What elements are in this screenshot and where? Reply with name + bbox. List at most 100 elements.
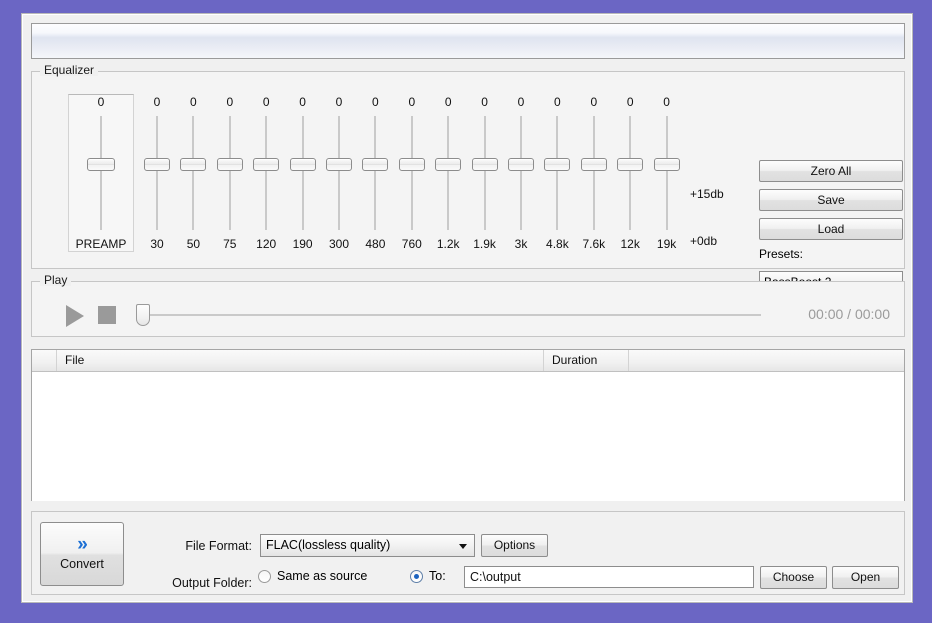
eq-slider-thumb[interactable] <box>435 158 462 171</box>
eq-band-value: 0 <box>626 95 634 109</box>
eq-band-190[interactable]: 0 190 <box>288 94 318 252</box>
file-format-selected-value: FLAC(lossless quality) <box>266 538 391 552</box>
eq-slider-track <box>520 116 522 230</box>
eq-band-4.8k[interactable]: 0 4.8k <box>542 94 572 252</box>
radio-to-folder[interactable]: To: <box>410 569 446 583</box>
eq-band-75[interactable]: 0 75 <box>215 94 245 252</box>
eq-band-1.2k[interactable]: 0 1.2k <box>433 94 463 252</box>
convert-panel: » Convert File Format: FLAC(lossless qua… <box>31 511 905 595</box>
eq-scale-top: +15db <box>690 187 724 201</box>
open-folder-button[interactable]: Open <box>832 566 899 589</box>
eq-slider-thumb[interactable] <box>253 158 280 171</box>
eq-band-12k[interactable]: 0 12k <box>615 94 645 252</box>
column-header-file[interactable]: File <box>57 350 544 371</box>
output-path-input[interactable]: C:\output <box>464 566 754 588</box>
load-label: Load <box>817 222 845 236</box>
eq-slider-thumb[interactable] <box>471 158 498 171</box>
seek-slider-track[interactable] <box>136 314 761 316</box>
eq-slider-thumb[interactable] <box>653 158 680 171</box>
radio-same-as-source[interactable]: Same as source <box>258 569 367 583</box>
stop-square-icon[interactable] <box>98 306 116 324</box>
toolbar-strip[interactable] <box>31 23 905 59</box>
eq-band-value: 0 <box>153 95 161 109</box>
eq-band-30[interactable]: 0 30 <box>142 94 172 252</box>
save-preset-button[interactable]: Save <box>759 189 903 211</box>
presets-label: Presets: <box>759 247 804 261</box>
eq-slider-thumb[interactable] <box>216 158 243 171</box>
eq-slider-track <box>338 116 340 230</box>
chevron-down-icon <box>459 544 467 549</box>
file-list[interactable]: File Duration <box>31 349 905 501</box>
output-folder-label: Output Folder: <box>172 576 252 590</box>
eq-band-760[interactable]: 0 760 <box>397 94 427 252</box>
eq-band-preamp[interactable]: 0 PREAMP <box>68 94 134 252</box>
eq-slider-track <box>629 116 632 230</box>
eq-slider-thumb[interactable] <box>508 158 534 171</box>
eq-band-value: 0 <box>262 95 270 109</box>
eq-slider-thumb[interactable] <box>326 158 352 171</box>
eq-band-value: 0 <box>226 95 234 109</box>
eq-slider-thumb[interactable] <box>362 158 389 171</box>
eq-slider-thumb[interactable] <box>617 158 644 171</box>
eq-slider-track <box>447 116 450 230</box>
eq-band-value: 0 <box>299 95 306 109</box>
file-format-label: File Format: <box>185 539 252 553</box>
eq-slider-thumb[interactable] <box>398 158 425 171</box>
eq-slider-track <box>301 116 304 230</box>
eq-slider-thumb[interactable] <box>87 158 115 171</box>
column-header-checkbox[interactable] <box>32 350 57 371</box>
eq-band-value: 0 <box>663 95 670 109</box>
eq-band-1.9k[interactable]: 0 1.9k <box>470 94 500 252</box>
play-group: Play 00:00 / 00:00 <box>31 274 905 337</box>
eq-band-19k[interactable]: 0 19k <box>652 94 682 252</box>
eq-scale-middle: +0db <box>690 234 718 248</box>
eq-band-120[interactable]: 0 120 <box>251 94 281 252</box>
eq-band-value: 0 <box>190 95 197 109</box>
eq-band-3k[interactable]: 0 3k <box>506 94 536 252</box>
eq-band-480[interactable]: 0 480 <box>360 94 390 252</box>
double-chevron-right-icon: » <box>77 534 88 555</box>
eq-band-value: 0 <box>444 95 452 109</box>
eq-band-50[interactable]: 0 50 <box>178 94 208 252</box>
play-triangle-icon[interactable] <box>66 305 84 327</box>
eq-band-value: 0 <box>590 95 598 109</box>
eq-slider-thumb[interactable] <box>180 158 207 171</box>
zero-all-button[interactable]: Zero All <box>759 160 903 182</box>
eq-band-value: 0 <box>372 95 379 109</box>
load-preset-button[interactable]: Load <box>759 218 903 240</box>
eq-slider-track <box>156 116 158 230</box>
column-header-duration[interactable]: Duration <box>544 350 629 371</box>
eq-band-label: 19k <box>656 237 677 251</box>
options-button[interactable]: Options <box>481 534 548 557</box>
eq-band-300[interactable]: 0 300 <box>324 94 354 252</box>
eq-slider-track <box>374 116 377 230</box>
radio-button-icon[interactable] <box>258 569 271 583</box>
eq-band-value: 0 <box>335 95 343 109</box>
seek-slider-thumb[interactable] <box>136 304 150 326</box>
eq-band-value: 0 <box>554 95 561 109</box>
save-label: Save <box>817 193 845 207</box>
eq-band-value: 0 <box>517 95 525 109</box>
radio-button-icon[interactable] <box>410 569 423 583</box>
eq-slider-track <box>265 116 268 230</box>
file-list-body[interactable] <box>32 372 904 501</box>
eq-slider-thumb[interactable] <box>289 158 316 171</box>
choose-label: Choose <box>772 570 815 584</box>
eq-slider-thumb[interactable] <box>580 158 607 171</box>
convert-button[interactable]: » Convert <box>40 522 124 586</box>
choose-folder-button[interactable]: Choose <box>760 566 827 589</box>
eq-slider-track <box>556 116 559 230</box>
eq-band-value: 0 <box>97 95 105 109</box>
open-label: Open <box>850 570 881 584</box>
eq-band-7.6k[interactable]: 0 7.6k <box>579 94 609 252</box>
eq-slider-thumb[interactable] <box>544 158 571 171</box>
play-group-title: Play <box>40 274 72 286</box>
file-format-dropdown[interactable]: FLAC(lossless quality) <box>260 534 475 557</box>
eq-slider-track <box>592 116 595 230</box>
options-label: Options <box>493 538 536 552</box>
eq-slider-track <box>483 116 486 230</box>
time-display: 00:00 / 00:00 <box>808 306 890 322</box>
zero-all-label: Zero All <box>810 164 852 178</box>
eq-slider-thumb[interactable] <box>144 158 170 171</box>
radio-same-as-source-label: Same as source <box>277 569 368 583</box>
